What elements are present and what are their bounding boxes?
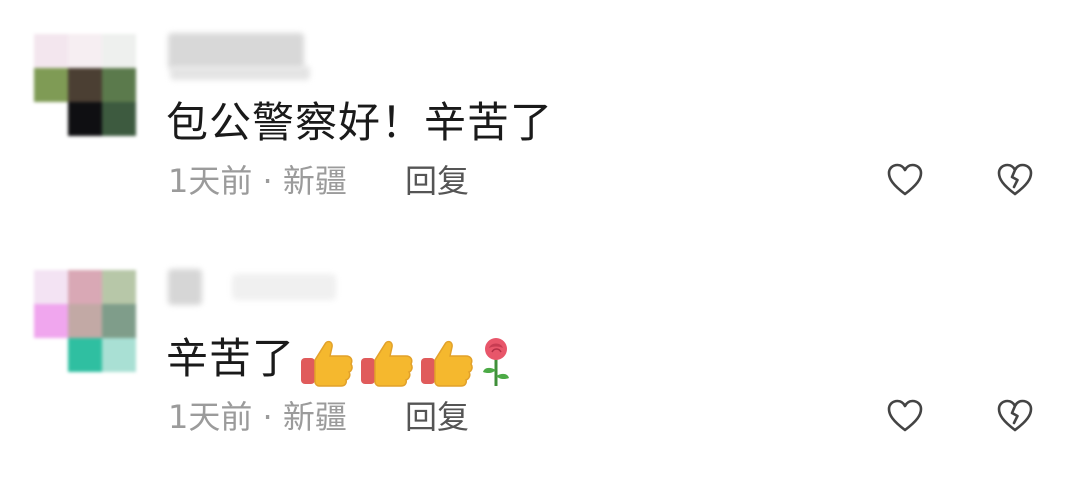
comment-item: 辛苦了 1天前 · 新疆 回复 bbox=[0, 236, 1080, 456]
username-blurred[interactable] bbox=[168, 33, 304, 69]
username-blurred[interactable] bbox=[168, 269, 202, 305]
emoji-thumbs-up bbox=[359, 333, 415, 388]
thumbs-up-icon bbox=[421, 340, 473, 387]
emoji-rose bbox=[479, 333, 513, 388]
emoji-thumbs-up bbox=[419, 333, 475, 388]
avatar[interactable] bbox=[34, 270, 136, 372]
meta-separator: · bbox=[252, 162, 283, 200]
username-blurred-sub bbox=[170, 66, 310, 80]
comment-location: 新疆 bbox=[282, 162, 347, 200]
like-button[interactable] bbox=[885, 396, 925, 436]
comment-text: 包公警察好！辛苦了 bbox=[166, 98, 554, 147]
broken-heart-icon bbox=[997, 399, 1033, 432]
comment-item: 包公警察好！辛苦了 1天前 · 新疆 回复 bbox=[0, 0, 1080, 220]
thumbs-up-icon bbox=[301, 340, 353, 387]
heart-icon bbox=[887, 399, 923, 432]
username-blurred-sub bbox=[232, 274, 336, 300]
comment-text-content: 辛苦了 bbox=[166, 334, 296, 383]
comment-meta: 1天前 · 新疆 bbox=[168, 397, 347, 437]
broken-heart-icon bbox=[997, 163, 1033, 196]
comment-time: 1天前 bbox=[168, 398, 253, 436]
reply-button[interactable]: 回复 bbox=[405, 161, 469, 201]
like-button[interactable] bbox=[885, 160, 925, 200]
comment-time: 1天前 bbox=[168, 162, 253, 200]
reply-button[interactable]: 回复 bbox=[405, 397, 469, 437]
heart-icon bbox=[887, 163, 923, 196]
dislike-button[interactable] bbox=[995, 160, 1035, 200]
dislike-button[interactable] bbox=[995, 396, 1035, 436]
emoji-thumbs-up bbox=[299, 333, 355, 388]
comment-text: 辛苦了 bbox=[166, 333, 513, 388]
thumbs-up-icon bbox=[361, 340, 413, 387]
comment-location: 新疆 bbox=[282, 398, 347, 436]
comment-meta: 1天前 · 新疆 bbox=[168, 161, 347, 201]
rose-icon bbox=[483, 337, 510, 386]
avatar[interactable] bbox=[34, 34, 136, 136]
meta-separator: · bbox=[252, 398, 283, 436]
